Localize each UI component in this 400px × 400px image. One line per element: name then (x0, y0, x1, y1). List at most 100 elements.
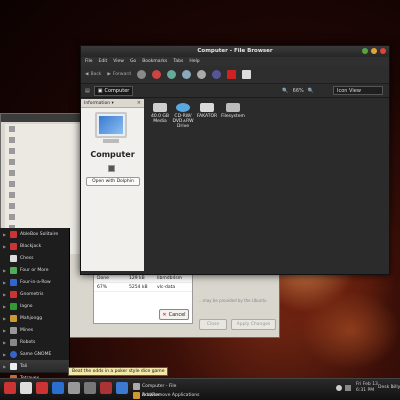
back-button[interactable]: ◀ Back (85, 72, 101, 77)
menu-file[interactable]: File (85, 57, 93, 66)
blocks-icon (10, 290, 17, 298)
network-icon[interactable] (336, 385, 342, 391)
close-pane-icon[interactable]: × (137, 100, 141, 106)
package-cell: libmdb4sm (157, 276, 183, 281)
menu-item-aisleriot[interactable]: ▶ AbleBox Solitaire (0, 228, 69, 240)
menu-item-four-or-more[interactable]: ▶ Four or More (0, 264, 69, 276)
menu-item-iagno[interactable]: ▶ Iagno (0, 300, 69, 312)
menu-tabs[interactable]: Tabs (173, 57, 183, 66)
home-icon[interactable] (181, 70, 191, 79)
toggle-path-icon[interactable]: ▤ (85, 88, 90, 94)
menu-item-blackjack[interactable]: ▶ Blackjack (0, 240, 69, 252)
forward-button[interactable]: ▶ Forward (107, 72, 131, 77)
computer-icon[interactable] (196, 70, 206, 79)
menu-item-mahjongg[interactable]: ▶ Mahjongg (0, 312, 69, 324)
drive-filesystem[interactable]: Filesystem (221, 103, 245, 119)
wallpaper-splash-secondary (300, 290, 400, 370)
computer-stand (103, 139, 119, 143)
drive-optical[interactable]: CD-RW/ DVD±RW Drive (171, 103, 195, 129)
size-cell: 5254 kB (129, 285, 148, 290)
clock[interactable]: Fri Feb 13 6:31 PM (356, 382, 378, 394)
dice-icon (10, 362, 17, 370)
menu-item-tali[interactable]: ▶ Tali (0, 360, 69, 372)
category-row[interactable] (5, 179, 81, 190)
close-button[interactable] (380, 48, 386, 54)
games-menu: ▶ AbleBox Solitaire ▶ Blackjack Chess ▶ Fou… (0, 228, 70, 382)
file-browser-window[interactable]: Computer - File Browser File Edit View G… (80, 45, 390, 275)
up-icon[interactable] (136, 70, 146, 79)
launcher-desktop-icon[interactable] (52, 382, 64, 394)
optical-drive-icon (176, 103, 190, 112)
view-mode-select[interactable]: Icon View (333, 86, 383, 95)
category-row[interactable] (5, 124, 81, 135)
reload-icon[interactable] (166, 70, 176, 79)
maximize-button[interactable] (362, 48, 368, 54)
zoom-in-icon[interactable]: 🔍 (308, 88, 314, 94)
user-label[interactable]: billy (391, 385, 400, 390)
menu-bookmarks[interactable]: Bookmarks (142, 57, 167, 66)
pane-selector[interactable]: Information ▾ (81, 99, 144, 108)
close-button[interactable]: Close (199, 319, 227, 330)
menu-help[interactable]: Help (189, 57, 199, 66)
menu-item-label: Gnometris (20, 291, 44, 297)
search-icon[interactable] (211, 70, 221, 79)
category-row[interactable] (5, 146, 81, 157)
volume-icon[interactable] (345, 385, 351, 391)
dots-icon (10, 278, 17, 286)
pane-selector-label: Information (84, 101, 111, 106)
menu-item-chess[interactable]: Chess (0, 252, 69, 264)
task-add-remove[interactable]: Add/Remove Applications (132, 391, 202, 400)
emblem-icon (108, 165, 115, 172)
cancel-label: Cancel (168, 312, 186, 318)
launcher-red-icon[interactable] (4, 382, 16, 394)
launcher-terminal-icon[interactable] (68, 382, 80, 394)
launcher-files-icon[interactable] (84, 382, 96, 394)
removable-drive-icon (200, 103, 214, 112)
drive-media[interactable]: 40.0 GB Media (148, 103, 172, 124)
menu-item-label: Same GNOME (20, 351, 52, 357)
category-row[interactable] (5, 168, 81, 179)
stop-icon[interactable] (151, 70, 161, 79)
tile-icon (10, 314, 17, 322)
status-cell: 67% (97, 285, 108, 290)
dialog-note: ...may be provided by the Ubuntu (199, 298, 267, 303)
task-file-browser[interactable]: Computer - File Browser (132, 382, 192, 398)
apply-changes-button[interactable]: Apply Changes (231, 319, 276, 330)
category-row[interactable] (5, 190, 81, 201)
category-row[interactable] (5, 157, 81, 168)
menu-item-four-in-a-row[interactable]: ▶ Four-in-a-Row (0, 276, 69, 288)
forward-arrow-icon: ▶ (107, 72, 111, 77)
open-with-dolphin-button[interactable]: Open with Dolphin (86, 177, 140, 186)
robot-icon (10, 338, 17, 346)
menu-item-same-gnome[interactable]: ▶ Same GNOME (0, 348, 69, 360)
window-title[interactable]: Computer - File Browser (81, 46, 389, 57)
category-row[interactable] (5, 135, 81, 146)
category-row[interactable] (5, 212, 81, 223)
menu-item-mines[interactable]: ▶ Mines (0, 324, 69, 336)
cancel-button[interactable]: ✕ Cancel (159, 309, 189, 320)
icon-view[interactable]: 40.0 GB Media CD-RW/ DVD±RW Drive FAKATO… (145, 99, 389, 271)
document-icon[interactable] (241, 70, 251, 79)
launcher-computer-icon[interactable] (116, 382, 128, 394)
menu-item-label: Four-in-a-Row (20, 279, 51, 285)
menu-item-gnometris[interactable]: ▶ Gnometris (0, 288, 69, 300)
launcher-app-icon[interactable] (36, 382, 48, 394)
drive-label: Filesystem (221, 114, 245, 119)
menu-item-robots[interactable]: ▶ Robots (0, 336, 69, 348)
zoom-out-icon[interactable]: 🔍 (282, 88, 288, 94)
drive-fakator[interactable]: FAKATOR (195, 103, 219, 119)
category-row[interactable] (5, 201, 81, 212)
launcher-red2-icon[interactable] (100, 382, 112, 394)
menu-item-label: Mahjongg (20, 315, 43, 321)
minimize-button[interactable] (371, 48, 377, 54)
launcher-gnome-icon[interactable] (20, 382, 32, 394)
disc-icon (10, 302, 17, 310)
drive-label: 40.0 GB Media (150, 114, 170, 124)
menu-view[interactable]: View (113, 57, 124, 66)
breadcrumb-computer[interactable]: ▣ Computer (93, 85, 134, 96)
menu-go[interactable]: Go (130, 57, 136, 66)
zoom-control[interactable]: 🔍 66% 🔍 (282, 88, 314, 94)
menu-edit[interactable]: Edit (99, 57, 108, 66)
task-label: Add/Remove Applications (142, 393, 200, 398)
bookmark-icon[interactable] (226, 70, 236, 79)
